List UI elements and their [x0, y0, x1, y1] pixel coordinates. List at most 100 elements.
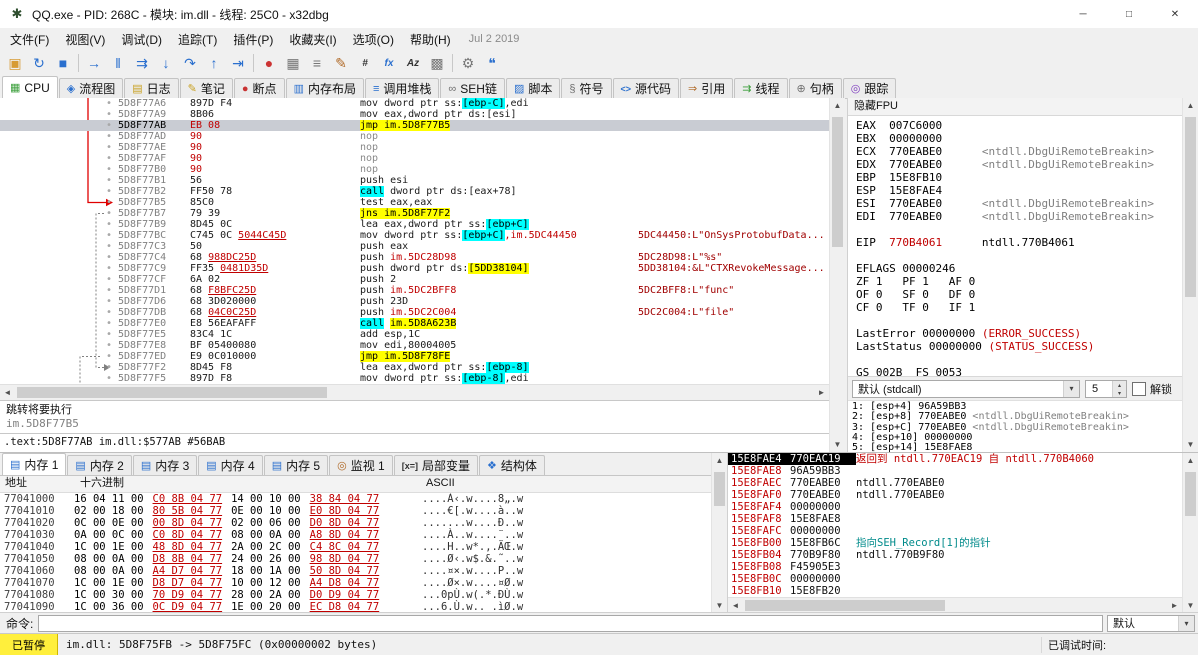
disasm-row[interactable]: • 5D8F77F2 8D45 F8 lea eax,dword ptr ss:[eb… [0, 362, 829, 373]
tab-memory-1[interactable]: ▤ 内存 1 [2, 453, 67, 475]
patch-icon[interactable]: ✎ [329, 52, 353, 74]
run-icon[interactable]: → [82, 52, 106, 74]
register-line[interactable]: EBX 00000000 [856, 132, 1182, 145]
menu-item-debug[interactable]: 调试(D) [113, 29, 170, 50]
memory-row[interactable]: 77041070 1C 00 1E 00 D8 D7 04 77 10 00 12 0… [0, 577, 711, 589]
unlock-checkbox[interactable]: 解锁 [1132, 381, 1172, 397]
scrollbar-thumb[interactable] [1185, 472, 1196, 516]
register-line[interactable]: ZF 1 PF 1 AF 0 [856, 275, 1182, 288]
disasm-row[interactable]: • 5D8F77A9 8B06 mov eax,dword ptr ds:[esi] [0, 109, 829, 120]
disasm-hscrollbar[interactable]: ◄ ► [0, 384, 829, 400]
menu-item-view[interactable]: 视图(V) [57, 29, 113, 50]
disasm-row[interactable]: • 5D8F77B9 8D45 0C lea eax,dword ptr ss:[eb… [0, 219, 829, 230]
scroll-down-icon[interactable]: ▼ [712, 598, 727, 613]
tab-call-stack[interactable]: ≡ 调用堆栈 [364, 78, 440, 98]
stack-hscrollbar[interactable]: ◄ ► [728, 597, 1182, 613]
stack-row[interactable]: 15E8FB10 15E8FB20 [728, 585, 1182, 597]
tab-struct[interactable]: ❖ 结构体 [479, 455, 545, 475]
stack-vscrollbar[interactable]: ▲ ▼ [1182, 453, 1198, 613]
disasm-row[interactable]: • 5D8F77F5 897D F8 mov dword ptr ss:[ebp-8]… [0, 373, 829, 384]
register-line[interactable]: ECX 770EABE0 <ntdll.DbgUiRemoteBreakin> [856, 145, 1182, 158]
scroll-up-icon[interactable]: ▲ [1183, 453, 1198, 468]
function-icon[interactable]: fx [377, 52, 401, 74]
register-line[interactable] [856, 249, 1182, 262]
disasm-row[interactable]: • 5D8F77BC C745 0C 5044C45D mov dword ptr s… [0, 230, 829, 241]
tab-script[interactable]: ▨ 脚本 [505, 78, 561, 98]
disasm-row[interactable]: • 5D8F77D6 68 3D020000 push 23D [0, 296, 829, 307]
tab-notes[interactable]: ✎ 笔记 [179, 78, 233, 98]
tab-handles[interactable]: ⊕ 句柄 [788, 78, 842, 98]
register-line[interactable]: EBP 15E8FB10 [856, 171, 1182, 184]
register-line[interactable]: EDX 770EABE0 <ntdll.DbgUiRemoteBreakin> [856, 158, 1182, 171]
tab-graph[interactable]: ◈ 流程图 [58, 78, 124, 98]
close-process-icon[interactable]: ■ [51, 52, 75, 74]
tab-symbols[interactable]: § 符号 [561, 78, 612, 98]
menu-item-trace[interactable]: 追踪(T) [170, 29, 225, 50]
step-into-icon[interactable]: ↓ [154, 52, 178, 74]
run-to-user-code-icon[interactable]: ⇥ [226, 52, 250, 74]
scrollbar-track[interactable] [15, 385, 814, 400]
restart-icon[interactable]: ↻ [27, 52, 51, 74]
stack-row[interactable]: 15E8FAE8 96A59BB3 [728, 465, 1182, 477]
disasm-row[interactable]: • 5D8F77B2 FF50 78 call dword ptr ds:[eax+7… [0, 186, 829, 197]
register-line[interactable]: ESP 15E8FAE4 [856, 184, 1182, 197]
disasm-row[interactable]: • 5D8F77E5 83C4 1C add esp,1C [0, 329, 829, 340]
breakpoint-icon[interactable]: ● [257, 52, 281, 74]
menu-item-plugins[interactable]: 插件(P) [225, 29, 281, 50]
chat-icon[interactable]: ❝ [480, 52, 504, 74]
stack-row[interactable]: 15E8FB04 770B9F80 ntdll.770B9F80 [728, 549, 1182, 561]
scrollbar-track[interactable] [1183, 113, 1198, 437]
register-line[interactable]: CF 0 TF 0 IF 1 [856, 301, 1182, 314]
step-over-icon[interactable]: ↷ [178, 52, 202, 74]
run-trace-icon[interactable]: ⇉ [130, 52, 154, 74]
tab-trace[interactable]: ◎ 跟踪 [842, 78, 897, 98]
disasm-row[interactable]: • 5D8F77ED E9 0C010000 jmp im.5D8F78FE [0, 351, 829, 362]
tab-log[interactable]: ▤ 日志 [124, 78, 179, 98]
scrollbar-thumb[interactable] [745, 600, 945, 611]
stack-arg-line[interactable]: 5: [esp+14] 15E8FAE8 [852, 443, 1182, 452]
tab-cpu[interactable]: ▦ CPU [2, 76, 58, 98]
register-line[interactable]: LastStatus 00000000 (STATUS_SUCCESS) [856, 340, 1182, 353]
scroll-right-icon[interactable]: ► [1167, 598, 1182, 613]
calculator-icon[interactable]: ▩ [425, 52, 449, 74]
register-line[interactable]: OF 0 SF 0 DF 0 [856, 288, 1182, 301]
scroll-left-icon[interactable]: ◄ [0, 385, 15, 400]
menu-item-help[interactable]: 帮助(H) [402, 29, 459, 50]
register-line[interactable]: EFLAGS 00000246 [856, 262, 1182, 275]
register-line[interactable]: ESI 770EABE0 <ntdll.DbgUiRemoteBreakin> [856, 197, 1182, 210]
stack-row[interactable]: 15E8FB0C 00000000 [728, 573, 1182, 585]
disasm-row[interactable]: • 5D8F77AE 90 nop [0, 142, 829, 153]
disasm-row[interactable]: • 5D8F77B0 90 nop [0, 164, 829, 175]
stack-row[interactable]: 15E8FAF0 770EABE0 ntdll.770EABE0 [728, 489, 1182, 501]
memory-map-icon[interactable]: ▦ [281, 52, 305, 74]
register-line[interactable] [856, 223, 1182, 236]
stack-row[interactable]: 15E8FAF8 15E8FAE8 [728, 513, 1182, 525]
open-file-icon[interactable]: ▣ [3, 52, 27, 74]
disasm-row[interactable]: • 5D8F77DB 68 04C0C25D push im.5DC2C004 5DC2… [0, 307, 829, 318]
scrollbar-thumb[interactable] [714, 472, 725, 506]
comment-icon[interactable]: # [353, 52, 377, 74]
disasm-row[interactable]: • 5D8F77C4 68 988DC25D push im.5DC28D98 5DC2… [0, 252, 829, 263]
stack-row[interactable]: 15E8FB00 15E8FB6C 指向SEH_Record[1]的指针 [728, 537, 1182, 549]
arg-count-spinner[interactable]: 5 ▴ ▾ [1085, 379, 1127, 398]
scroll-down-icon[interactable]: ▼ [1183, 437, 1198, 452]
register-line[interactable]: EDI 770EABE0 <ntdll.DbgUiRemoteBreakin> [856, 210, 1182, 223]
step-out-icon[interactable]: ↑ [202, 52, 226, 74]
tab-memory-map[interactable]: ▥ 内存布局 [285, 78, 364, 98]
disasm-row[interactable]: • 5D8F77B1 56 push esi [0, 175, 829, 186]
disasm-row[interactable]: • 5D8F77B7 79 39 jns im.5D8F77F2 [0, 208, 829, 219]
register-line[interactable] [856, 353, 1182, 366]
disasm-row[interactable]: • 5D8F77AB EB 08 jmp im.5D8F77B5 [0, 120, 829, 131]
menu-item-options[interactable]: 选项(O) [345, 29, 402, 50]
menu-item-file[interactable]: 文件(F) [2, 29, 57, 50]
disasm-row[interactable]: • 5D8F77A6 897D F4 mov dword ptr ss:[ebp-C]… [0, 98, 829, 109]
disasm-row[interactable]: • 5D8F77D1 68 F8BFC25D push im.5DC2BFF8 5DC2… [0, 285, 829, 296]
tab-references[interactable]: ⇒ 引用 [680, 78, 734, 98]
memory-row[interactable]: 77041030 0A 00 0C 00 C0 8D 04 77 08 00 0A 0… [0, 529, 711, 541]
memory-row[interactable]: 77041040 1C 00 1E 00 48 8D 04 77 2A 00 2C 0… [0, 541, 711, 553]
scroll-up-icon[interactable]: ▲ [830, 98, 845, 113]
tab-memory-2[interactable]: ▤ 内存 2 [67, 455, 132, 475]
registers-vscrollbar[interactable]: ▲ ▼ [1182, 98, 1198, 452]
label-icon[interactable]: Az [401, 52, 425, 74]
disasm-row[interactable]: • 5D8F77E8 BF 05400080 mov edi,80004005 [0, 340, 829, 351]
